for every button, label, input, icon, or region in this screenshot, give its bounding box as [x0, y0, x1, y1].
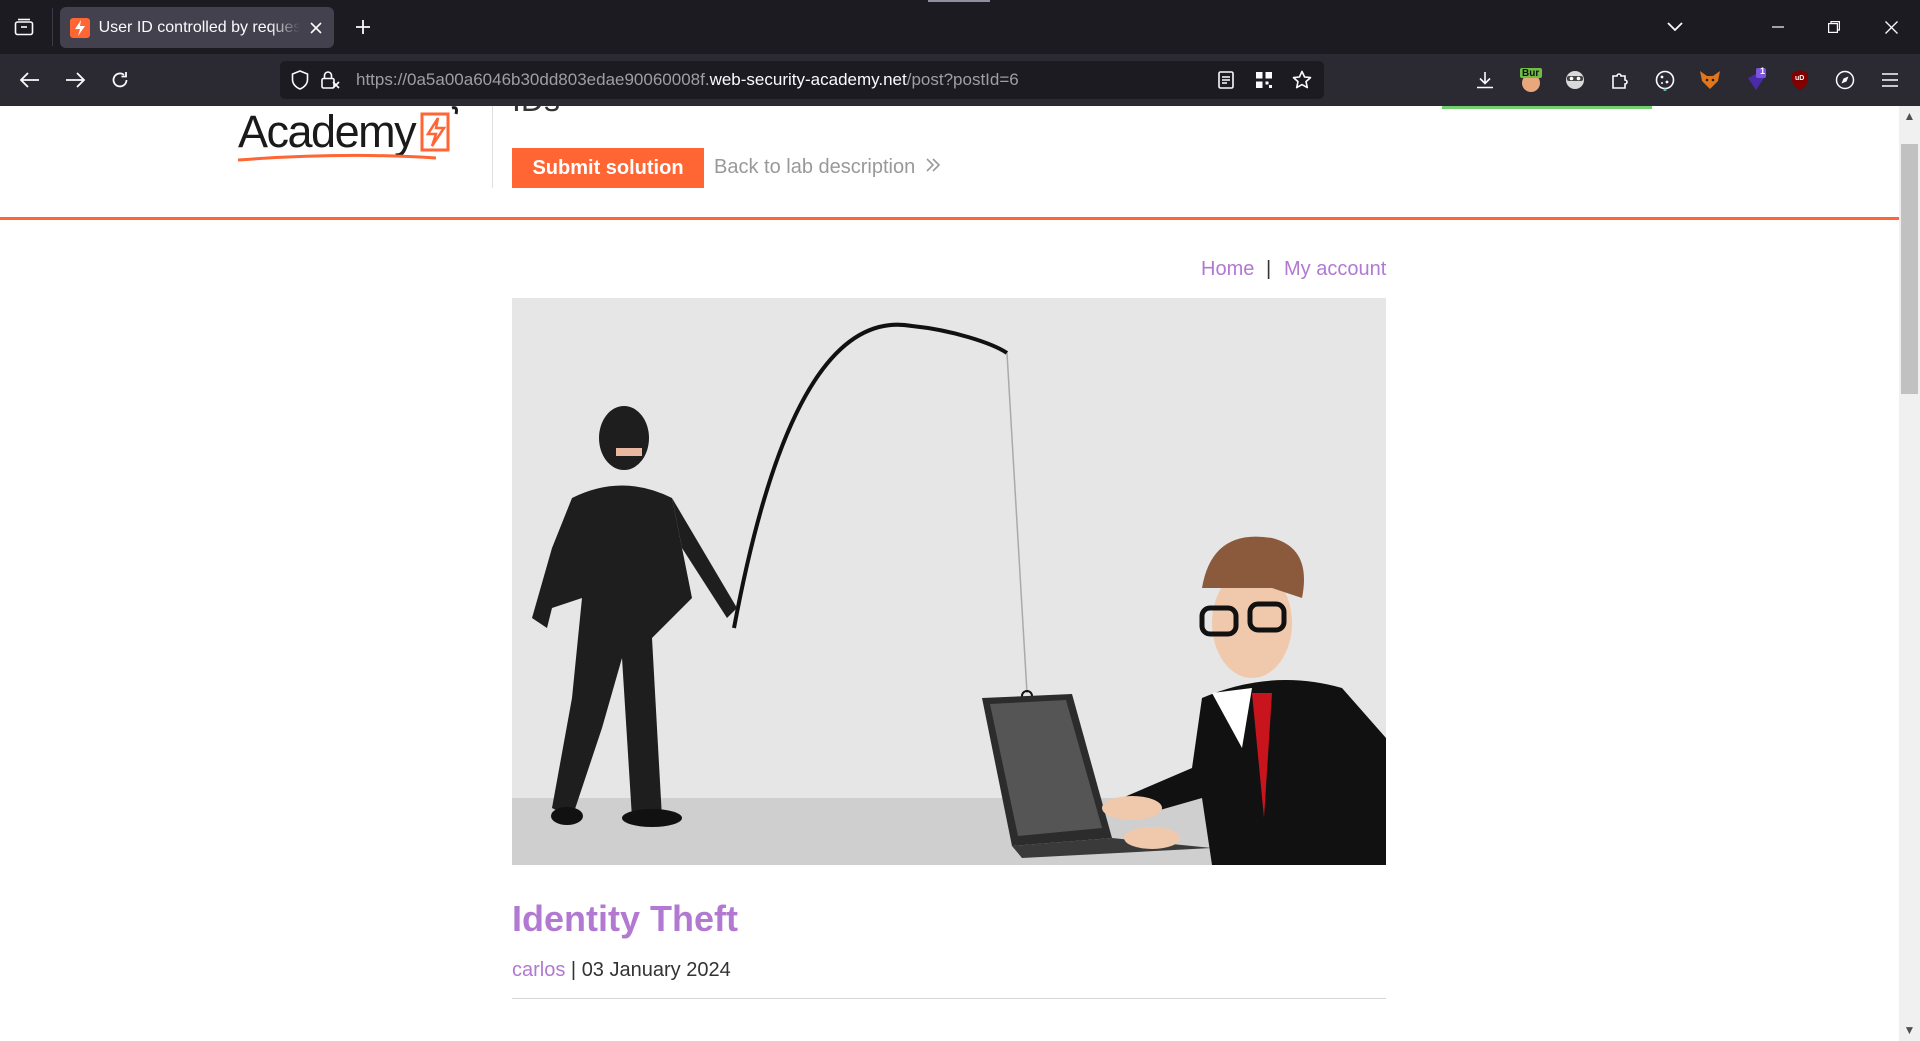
hamburger-icon[interactable]	[1876, 66, 1904, 94]
my-account-link[interactable]: My account	[1284, 258, 1386, 281]
notification-icon[interactable]: 1	[1742, 66, 1770, 94]
reload-icon[interactable]	[106, 66, 134, 94]
reader-view-icon[interactable]	[1214, 68, 1238, 92]
header-divider	[492, 106, 493, 188]
post-meta: carlos | 03 January 2024	[512, 959, 731, 982]
compass-icon[interactable]	[1831, 66, 1859, 94]
post-divider	[512, 998, 1386, 999]
plus-icon[interactable]	[350, 14, 376, 40]
logo-lightning-icon	[420, 106, 458, 152]
window-close-icon[interactable]	[1878, 14, 1904, 40]
puzzle-icon[interactable]	[1606, 66, 1634, 94]
notification-badge: 1	[1760, 66, 1766, 76]
back-arrow-icon[interactable]	[16, 66, 44, 94]
double-chevron-right-icon	[925, 156, 941, 179]
back-link-label: Back to lab description	[714, 156, 916, 178]
lab-header: Academy IDs Submit solution Back to lab …	[0, 106, 1899, 220]
lab-status-indicator	[1442, 106, 1652, 109]
home-link[interactable]: Home	[1201, 258, 1254, 281]
url-text[interactable]: https://0a5a00a6046b30dd803edae90060008f…	[356, 70, 1019, 90]
ublock-label: uD	[1795, 75, 1805, 82]
back-to-lab-link[interactable]: Back to lab description	[714, 156, 941, 179]
lock-icon[interactable]	[318, 68, 342, 92]
tab-bar: User ID controlled by request parameter …	[0, 0, 1920, 54]
academy-logo[interactable]: Academy	[237, 106, 458, 162]
mask-extension-icon[interactable]	[1561, 66, 1589, 94]
url-host: web-security-academy.net	[709, 70, 907, 89]
qr-code-icon[interactable]	[1252, 68, 1276, 92]
forward-arrow-icon[interactable]	[61, 66, 89, 94]
post-title: Identity Theft	[512, 898, 738, 939]
chevron-down-icon[interactable]	[1662, 14, 1688, 40]
minimize-icon[interactable]	[1765, 14, 1791, 40]
tabs-list-icon[interactable]	[10, 13, 38, 41]
submit-solution-button[interactable]: Submit solution	[512, 148, 704, 188]
cookie-icon[interactable]	[1651, 66, 1679, 94]
lab-title: IDs	[512, 106, 560, 119]
navigation-toolbar: https://0a5a00a6046b30dd803edae90060008f…	[0, 54, 1920, 106]
burp-label: Bur	[1522, 68, 1540, 79]
scroll-up-icon[interactable]: ▲	[1903, 110, 1916, 123]
star-icon[interactable]	[1290, 68, 1314, 92]
logo-underline	[237, 153, 437, 162]
fox-icon[interactable]	[1696, 66, 1724, 94]
tab-title: User ID controlled by request parameter …	[98, 18, 301, 36]
nav-separator: |	[1266, 258, 1272, 280]
download-icon[interactable]	[1471, 66, 1499, 94]
meta-separator: |	[570, 959, 577, 981]
page-content: Academy IDs Submit solution Back to lab …	[0, 106, 1899, 1041]
post-date: 03 January 2024	[581, 959, 731, 981]
url-path: /post?postId=6	[906, 70, 1019, 89]
url-bar[interactable]: https://0a5a00a6046b30dd803edae90060008f…	[280, 61, 1324, 99]
tab-separator	[52, 8, 53, 46]
lightning-icon	[70, 17, 90, 38]
url-prefix: https://0a5a00a6046b30dd803edae90060008f…	[356, 70, 710, 89]
close-icon[interactable]	[308, 20, 324, 36]
scroll-down-icon[interactable]: ▼	[1903, 1024, 1916, 1037]
shield-icon[interactable]	[288, 68, 312, 92]
post-author-link[interactable]: carlos	[512, 959, 565, 981]
active-tab[interactable]: User ID controlled by request parameter …	[60, 7, 334, 48]
ublock-icon[interactable]: uD	[1786, 66, 1814, 94]
page-scrollbar[interactable]: ▲ ▼	[1899, 106, 1920, 1041]
burp-extension-icon[interactable]: Bur	[1517, 66, 1545, 94]
restore-icon[interactable]	[1821, 14, 1847, 40]
scrollbar-thumb[interactable]	[1901, 144, 1918, 394]
drag-indicator	[928, 0, 990, 2]
post-image	[512, 298, 1386, 865]
